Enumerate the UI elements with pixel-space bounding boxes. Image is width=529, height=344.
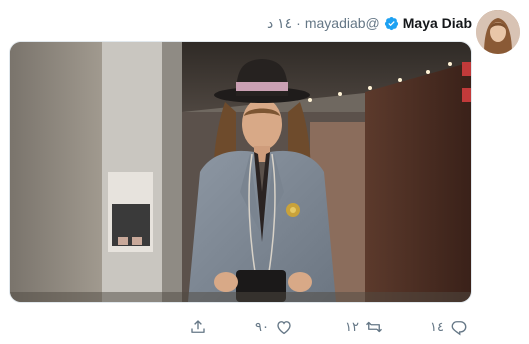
tweet-actions: ١٤ ١٢ ٩٠ xyxy=(0,316,529,338)
tweet-media-photo[interactable] xyxy=(9,41,472,303)
author-name[interactable]: Maya Diab xyxy=(403,14,472,32)
author-handle[interactable]: @mayadiab xyxy=(305,14,380,32)
tweet-header: Maya Diab @mayadiab · ١٤ د xyxy=(267,14,472,32)
reply-icon[interactable] xyxy=(450,318,468,336)
separator-dot: · xyxy=(296,15,301,31)
heart-icon[interactable] xyxy=(275,318,293,336)
reply-action[interactable]: ١٤ xyxy=(430,316,468,338)
tweet[interactable]: Maya Diab @mayadiab · ١٤ د ١٤ ١٢ ٩٠ xyxy=(0,0,529,344)
verified-badge-icon xyxy=(384,16,398,30)
like-count: ٩٠ xyxy=(255,319,269,334)
retweet-count: ١٢ xyxy=(345,319,359,334)
avatar[interactable] xyxy=(476,10,520,54)
tweet-timestamp[interactable]: ١٤ د xyxy=(267,14,292,32)
retweet-action[interactable]: ١٢ xyxy=(345,316,383,338)
retweet-icon[interactable] xyxy=(365,318,383,336)
share-action[interactable] xyxy=(189,316,207,338)
avatar-image xyxy=(476,10,520,54)
share-icon[interactable] xyxy=(189,318,207,336)
reply-count: ١٤ xyxy=(430,319,444,334)
like-action[interactable]: ٩٠ xyxy=(255,316,293,338)
photo-image xyxy=(10,42,471,302)
